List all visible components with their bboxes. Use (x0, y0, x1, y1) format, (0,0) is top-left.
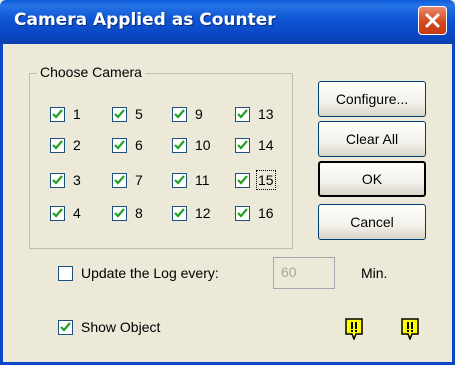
camera-checkbox-box[interactable] (235, 173, 250, 188)
camera-label: 6 (135, 137, 143, 153)
warning-icon (401, 318, 419, 340)
camera-checkbox-box[interactable] (112, 173, 127, 188)
checkmark-icon (237, 109, 248, 119)
close-icon (425, 13, 440, 28)
camera-checkbox-box[interactable] (172, 206, 187, 221)
show-object-label: Show Object (81, 319, 161, 335)
update-log-interval-input[interactable]: 60 (273, 257, 335, 289)
checkmark-icon (174, 109, 185, 119)
show-object-checkbox-box[interactable] (58, 320, 73, 335)
camera-checkbox-box[interactable] (50, 107, 65, 122)
checkmark-icon (237, 208, 248, 218)
ok-button-label: OK (361, 171, 383, 187)
checkmark-icon (174, 175, 185, 185)
checkmark-icon (237, 175, 248, 185)
camera-label: 14 (258, 137, 274, 153)
checkmark-icon (52, 109, 63, 119)
clear-all-button[interactable]: Clear All (318, 121, 426, 157)
checkmark-icon (114, 208, 125, 218)
checkmark-icon (174, 208, 185, 218)
checkmark-icon (237, 140, 248, 150)
camera-checkbox-box[interactable] (50, 206, 65, 221)
camera-label: 7 (135, 172, 143, 188)
update-log-interval-value: 60 (281, 264, 297, 280)
choose-camera-group (29, 73, 293, 249)
checkmark-icon (52, 175, 63, 185)
configure-button-label: Configure... (335, 91, 409, 107)
window-frame-left (0, 44, 3, 365)
checkmark-icon (52, 140, 63, 150)
update-log-label: Update the Log every: (81, 265, 219, 281)
checkmark-icon (52, 208, 63, 218)
camera-checkbox-box[interactable] (112, 138, 127, 153)
camera-label: 16 (258, 205, 274, 221)
camera-label: 10 (195, 137, 211, 153)
camera-label: 8 (135, 205, 143, 221)
camera-checkbox-box[interactable] (112, 107, 127, 122)
camera-label: 4 (73, 205, 81, 221)
camera-checkbox-box[interactable] (50, 138, 65, 153)
title-bar[interactable]: Camera Applied as Counter (0, 0, 455, 44)
choose-camera-label: Choose Camera (37, 64, 145, 80)
cancel-button-label: Cancel (350, 214, 394, 230)
checkmark-icon (114, 109, 125, 119)
window-title: Camera Applied as Counter (14, 10, 276, 30)
camera-label: 13 (258, 106, 274, 122)
camera-label: 12 (195, 205, 211, 221)
camera-label: 2 (73, 137, 81, 153)
camera-checkbox-box[interactable] (112, 206, 127, 221)
camera-checkbox-box[interactable] (235, 206, 250, 221)
camera-checkbox-box[interactable] (172, 173, 187, 188)
camera-label: 11 (195, 172, 210, 188)
warning-icon (345, 318, 363, 340)
camera-checkbox-box[interactable] (172, 138, 187, 153)
checkmark-icon (174, 140, 185, 150)
camera-label: 1 (73, 106, 81, 122)
checkmark-icon (114, 140, 125, 150)
minutes-label: Min. (361, 265, 388, 281)
close-button[interactable] (418, 6, 447, 35)
ok-button[interactable]: OK (318, 161, 426, 197)
checkmark-icon (114, 175, 125, 185)
camera-checkbox-box[interactable] (235, 138, 250, 153)
camera-label: 15 (256, 170, 276, 190)
camera-label: 9 (195, 106, 203, 122)
camera-label: 3 (73, 172, 81, 188)
cancel-button[interactable]: Cancel (318, 204, 426, 240)
checkmark-icon (60, 322, 71, 332)
clear-all-button-label: Clear All (345, 131, 399, 147)
camera-label: 5 (135, 106, 143, 122)
camera-checkbox-box[interactable] (172, 107, 187, 122)
camera-checkbox-box[interactable] (235, 107, 250, 122)
configure-button[interactable]: Configure... (318, 81, 426, 117)
camera-checkbox-box[interactable] (50, 173, 65, 188)
update-log-checkbox-box[interactable] (58, 266, 73, 281)
